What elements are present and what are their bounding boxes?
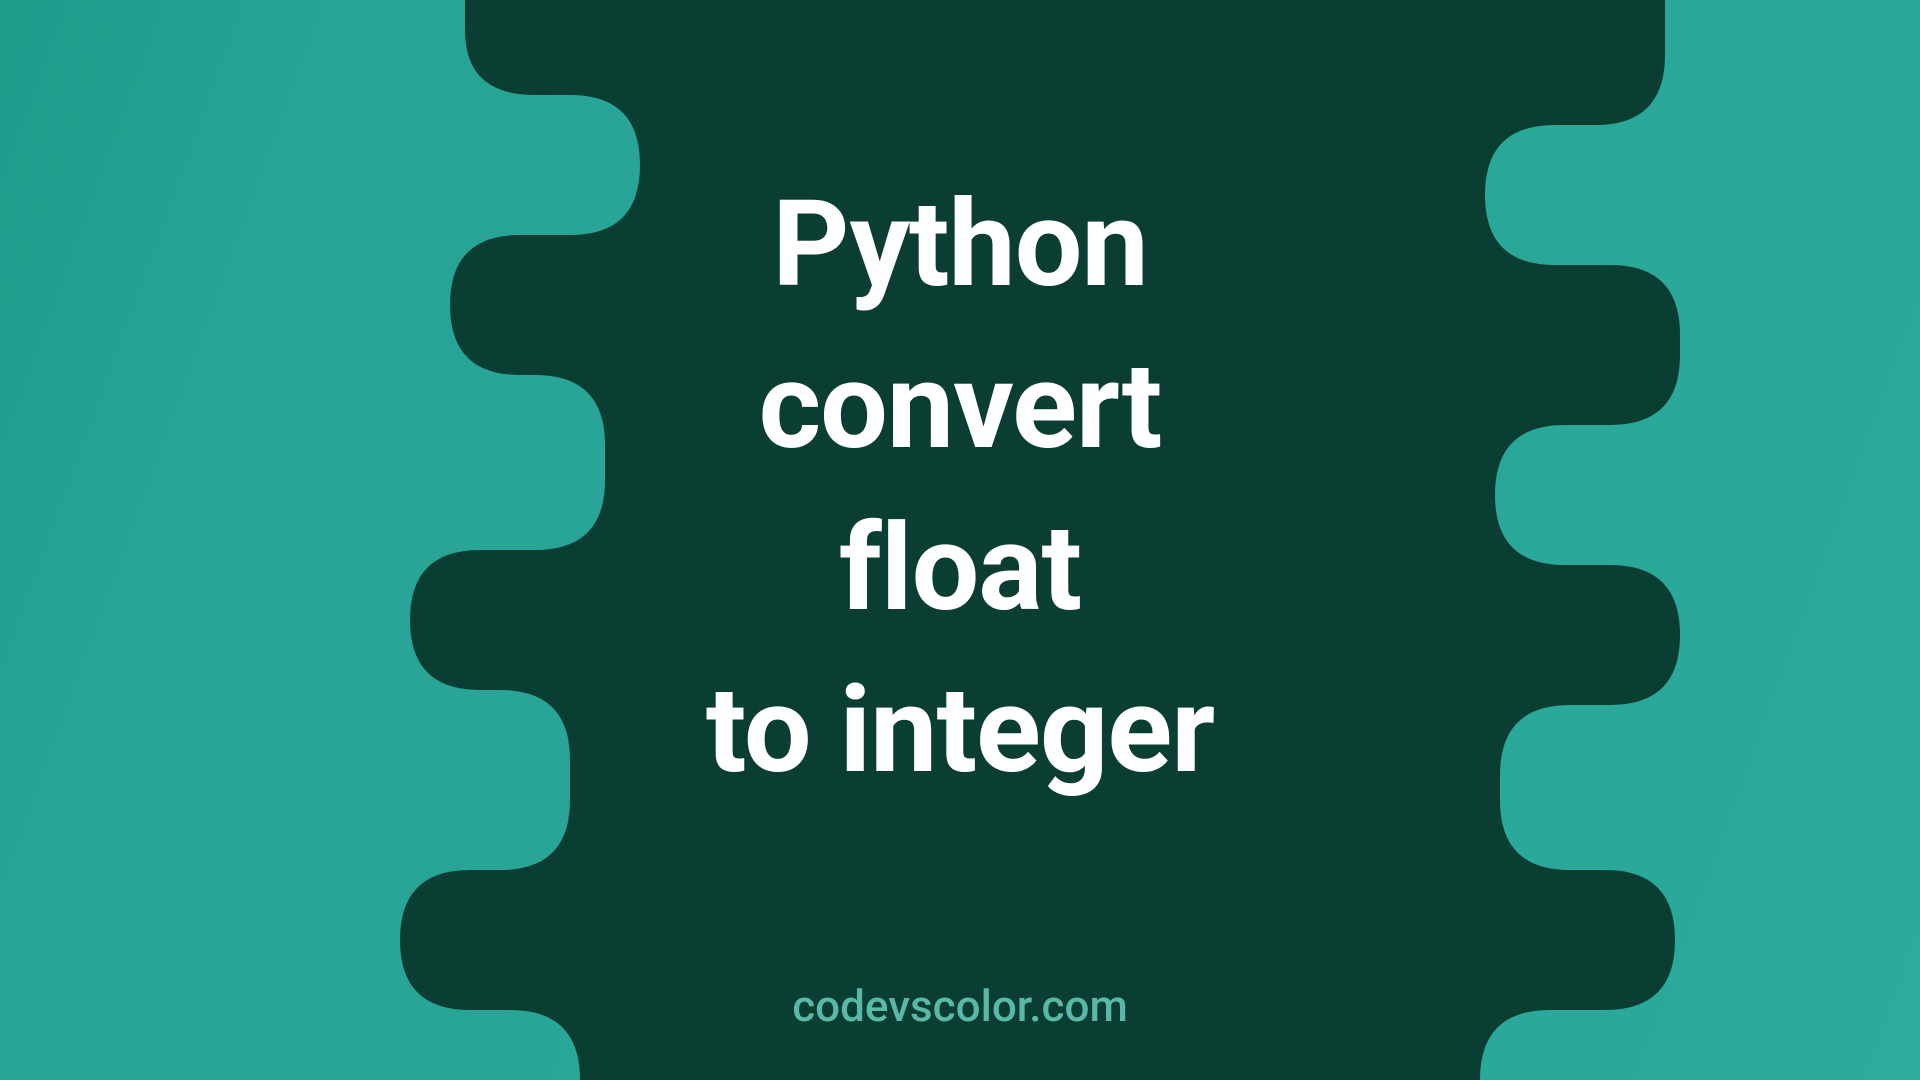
title-line-1: Python	[0, 164, 1920, 326]
watermark-text: codevscolor.com	[792, 980, 1128, 1032]
main-title: Python convert float to integer	[0, 164, 1920, 812]
title-line-3: float	[0, 488, 1920, 650]
title-container: Python convert float to integer	[0, 164, 1920, 812]
title-line-2: convert	[0, 326, 1920, 488]
title-line-4: to integer	[0, 650, 1920, 812]
